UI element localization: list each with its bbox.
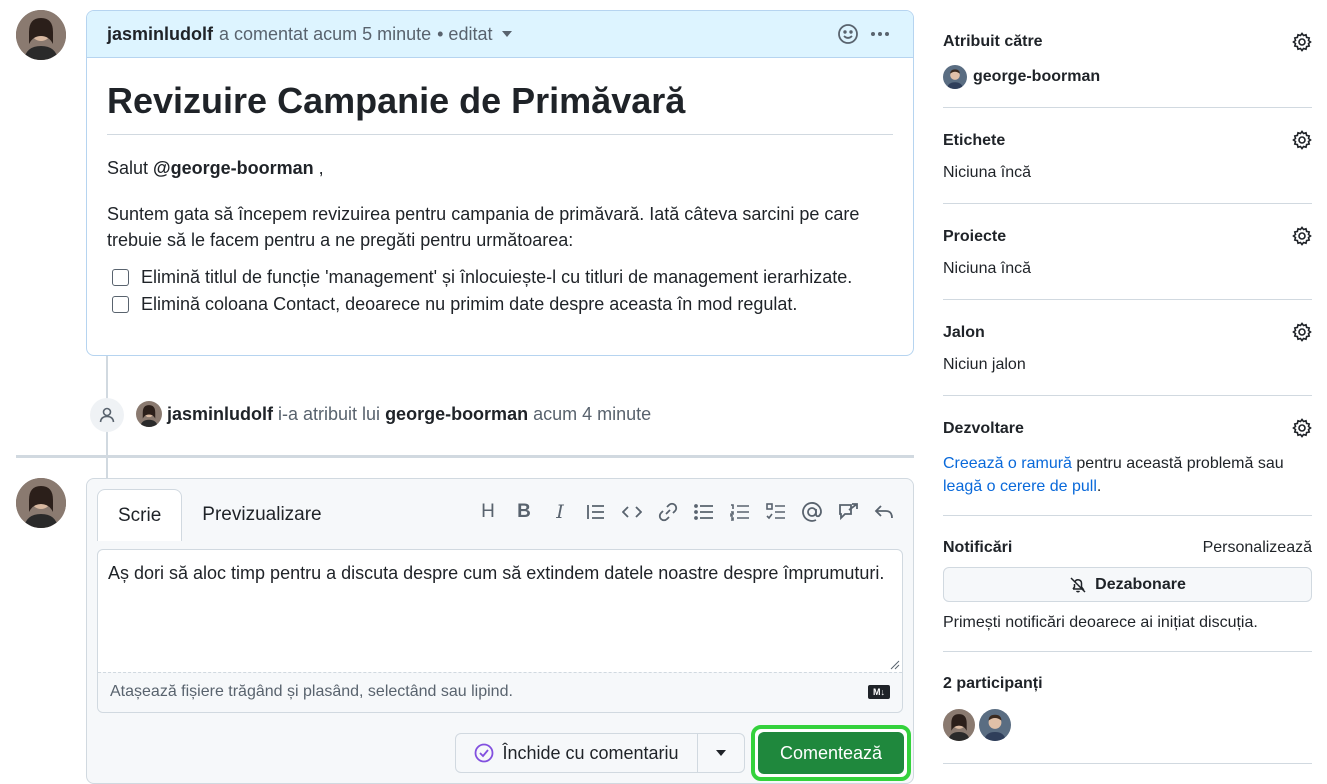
participants-section: 2 participanți <box>943 652 1312 764</box>
assignee-avatar <box>943 65 967 89</box>
task-checkbox[interactable] <box>112 269 129 286</box>
timeline-line <box>106 458 108 480</box>
close-with-comment-button[interactable]: Închide cu comentariu <box>456 734 698 772</box>
task-list-icon[interactable] <box>765 501 787 523</box>
issue-closed-icon <box>475 743 494 763</box>
assignees-section: Atribuit către george-boorman <box>943 18 1312 108</box>
kebab-menu-icon[interactable] <box>867 21 893 47</box>
notification-reason: Primești notificări deoarece ai inițiat … <box>943 614 1258 631</box>
participants-title: 2 participanți <box>943 675 1043 692</box>
participant-avatars <box>943 709 1312 741</box>
assignee-item[interactable]: george-boorman <box>943 65 1312 89</box>
issue-sidebar: Atribuit către george-boorman Etichete N… <box>943 18 1312 764</box>
timeline-divider <box>16 455 914 458</box>
assign-event: jasminludolf i-a atribuit lui george-boo… <box>136 400 651 428</box>
close-options-dropdown[interactable] <box>698 750 744 756</box>
person-icon <box>90 398 124 432</box>
development-text: Creează o ramură pentru această problemă… <box>943 455 1284 495</box>
comment-paragraph: Suntem gata să începem revizuirea pentru… <box>107 204 860 250</box>
tab-write[interactable]: Scrie <box>97 489 183 541</box>
attach-files-area[interactable]: Atașează fișiere trăgând și plasând, sel… <box>98 672 902 712</box>
comment-meta[interactable]: a comentat acum 5 minute <box>219 24 431 45</box>
task-checkbox[interactable] <box>112 296 129 313</box>
ordered-list-icon[interactable] <box>729 501 751 523</box>
development-title[interactable]: Dezvoltare <box>943 396 1312 438</box>
cross-reference-icon[interactable] <box>837 501 859 523</box>
participant-avatar[interactable] <box>979 709 1011 741</box>
gear-icon[interactable] <box>1292 226 1312 246</box>
markdown-toolbar: H B I <box>477 501 895 523</box>
close-with-comment-button-group: Închide cu comentariu <box>455 733 745 773</box>
chevron-down-icon <box>716 750 726 756</box>
gear-icon[interactable] <box>1292 32 1312 52</box>
labels-section: Etichete Niciuna încă <box>943 108 1312 204</box>
labels-title[interactable]: Etichete <box>943 108 1312 150</box>
customize-link[interactable]: Personalizează <box>1203 539 1312 557</box>
milestone-value: Niciun jalon <box>943 356 1026 373</box>
chevron-down-icon[interactable] <box>502 31 513 37</box>
comment-textarea[interactable]: Aș dori să aloc timp pentru a discuta de… <box>97 549 903 713</box>
italic-icon[interactable]: I <box>549 501 571 523</box>
link-pull-request-link[interactable]: leagă o cerere de pull <box>943 478 1097 495</box>
gear-icon[interactable] <box>1292 130 1312 150</box>
resize-handle-icon[interactable] <box>890 660 900 670</box>
unsubscribe-button[interactable]: Dezabonare <box>943 567 1312 602</box>
event-target[interactable]: george-boorman <box>385 404 528 425</box>
comment-author[interactable]: jasminludolf <box>107 24 213 45</box>
milestone-section: Jalon Niciun jalon <box>943 300 1312 396</box>
bell-slash-icon <box>1070 576 1086 593</box>
markdown-icon[interactable]: M↓ <box>868 685 890 699</box>
attach-hint: Atașează fișiere trăgând și plasând, sel… <box>110 683 513 700</box>
create-branch-link[interactable]: Creează o ramură <box>943 455 1072 472</box>
comment-title: Revizuire Campanie de Primăvară <box>107 80 893 135</box>
user-mention[interactable]: @george-boorman <box>153 158 314 178</box>
labels-value: Niciuna încă <box>943 164 1032 181</box>
mention-icon[interactable] <box>801 501 823 523</box>
comment-header: jasminludolf a comentat acum 5 minute • … <box>87 11 913 58</box>
milestone-title[interactable]: Jalon <box>943 300 1312 342</box>
editor-tabs: Scrie Previzualizare <box>97 489 342 541</box>
notifications-section: Notificări Personalizează Dezabonare Pri… <box>943 516 1312 652</box>
participant-avatar[interactable] <box>943 709 975 741</box>
gear-icon[interactable] <box>1292 418 1312 438</box>
current-user-avatar[interactable] <box>16 478 66 528</box>
quote-icon[interactable] <box>585 501 607 523</box>
projects-section: Proiecte Niciuna încă <box>943 204 1312 300</box>
development-section: Dezvoltare Creează o ramură pentru aceas… <box>943 396 1312 516</box>
code-icon[interactable] <box>621 501 643 523</box>
author-avatar[interactable] <box>16 10 66 60</box>
tab-preview[interactable]: Previzualizare <box>182 489 341 541</box>
issue-comment: jasminludolf a comentat acum 5 minute • … <box>86 10 914 356</box>
comment-text[interactable]: Aș dori să aloc timp pentru a discuta de… <box>98 550 902 672</box>
task-item: Elimină titlul de funcție 'management' ș… <box>107 267 893 288</box>
greeting: Salut @george-boorman , <box>107 158 324 178</box>
saved-replies-icon[interactable] <box>873 501 895 523</box>
bold-icon[interactable]: B <box>513 501 535 523</box>
heading-icon[interactable]: H <box>477 501 499 523</box>
event-time[interactable]: acum 4 minute <box>533 404 651 425</box>
link-icon[interactable] <box>657 501 679 523</box>
event-actor[interactable]: jasminludolf <box>167 404 273 425</box>
gear-icon[interactable] <box>1292 322 1312 342</box>
task-item: Elimină coloana Contact, deoarece nu pri… <box>107 294 893 315</box>
unordered-list-icon[interactable] <box>693 501 715 523</box>
assignees-title[interactable]: Atribuit către <box>943 18 1312 51</box>
task-list: Elimină titlul de funcție 'management' ș… <box>107 267 893 315</box>
projects-title[interactable]: Proiecte <box>943 204 1312 246</box>
event-action: i-a atribuit lui <box>278 403 381 424</box>
edited-label[interactable]: • editat <box>437 24 492 45</box>
comment-button[interactable]: Comentează <box>751 725 911 781</box>
projects-value: Niciuna încă <box>943 260 1032 277</box>
smiley-icon[interactable] <box>835 21 861 47</box>
comment-editor: Scrie Previzualizare H B I Aș dori să al… <box>86 478 914 784</box>
actor-avatar[interactable] <box>136 401 162 427</box>
